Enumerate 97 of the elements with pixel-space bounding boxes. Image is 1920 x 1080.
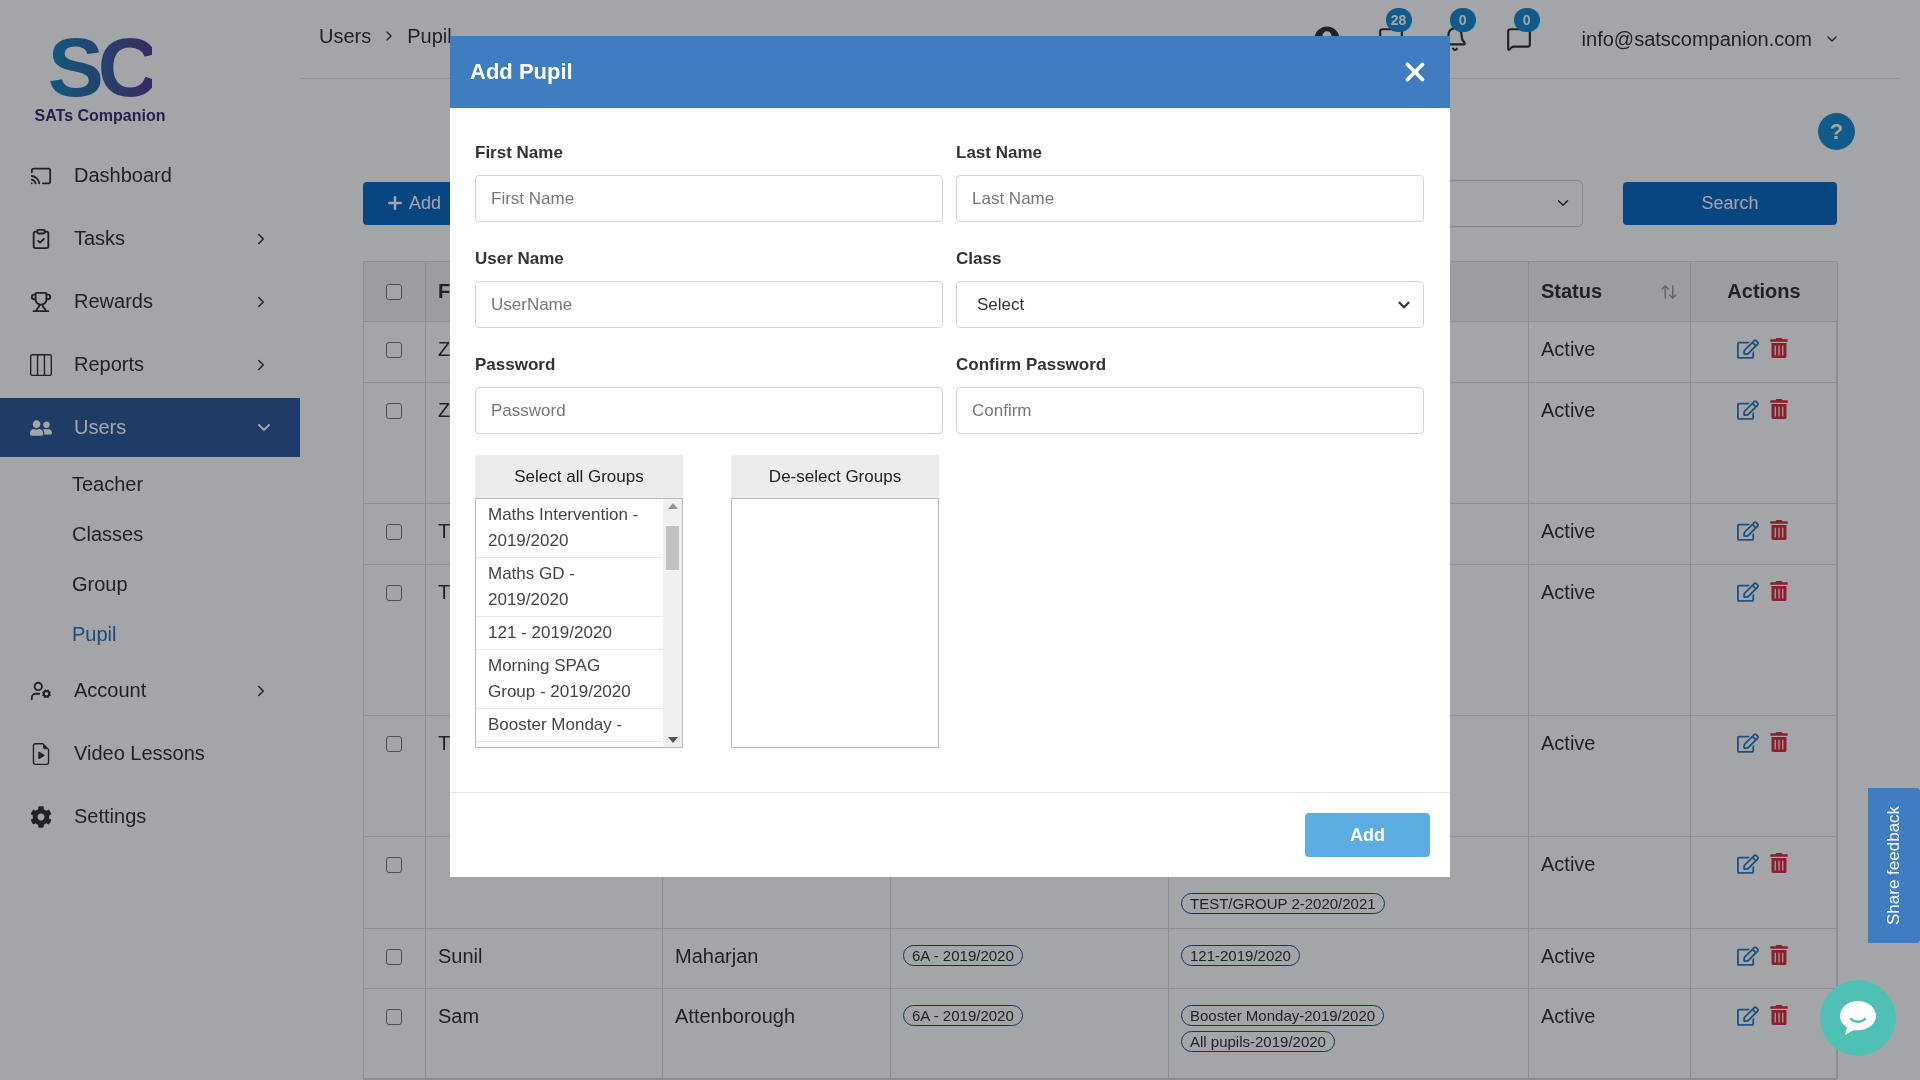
field-label: Confirm Password — [956, 355, 1108, 375]
edit-icon[interactable] — [1737, 853, 1759, 875]
clipboard-check-icon — [30, 227, 52, 250]
edit-icon[interactable] — [1737, 520, 1759, 542]
user-gear-icon — [30, 679, 52, 702]
deselect-button[interactable]: De-select Groups — [731, 455, 939, 498]
input-field[interactable]: Password — [475, 387, 943, 434]
table-cell: T — [438, 520, 451, 543]
table-cell: T — [438, 581, 451, 604]
trophy-icon — [30, 290, 52, 313]
nav-item[interactable]: Rewards — [0, 272, 300, 331]
edit-icon[interactable] — [1737, 1005, 1759, 1027]
column-header: F — [438, 280, 451, 303]
chat-bubble-icon — [1838, 999, 1878, 1037]
field-label: Class — [956, 249, 1003, 269]
column-header: Status — [1541, 280, 1603, 303]
breadcrumb-link[interactable]: Pupil — [407, 24, 452, 48]
breadcrumb-link[interactable]: Users — [319, 24, 372, 48]
plus-icon — [385, 193, 405, 213]
dialog-title: Add Pupil — [470, 59, 573, 85]
video-file-icon — [30, 742, 52, 765]
trash-icon[interactable] — [1769, 338, 1789, 360]
class-select[interactable]: Select — [956, 281, 1424, 328]
checkbox[interactable] — [386, 524, 402, 540]
feedback-tab[interactable]: Share feedback — [1868, 788, 1920, 943]
nav-subitem[interactable]: Classes — [0, 509, 300, 559]
edit-icon[interactable] — [1737, 399, 1759, 421]
nav-subitem[interactable]: Teacher — [0, 459, 300, 509]
trash-icon[interactable] — [1769, 581, 1789, 603]
nav-subitem[interactable]: Group — [0, 559, 300, 609]
nav-item[interactable]: Account — [0, 661, 300, 720]
table-cell: Active — [1541, 853, 1596, 876]
checkbox[interactable] — [386, 342, 402, 358]
trash-icon[interactable] — [1769, 1005, 1789, 1027]
trash-icon[interactable] — [1769, 853, 1789, 875]
field-label: First Name — [475, 143, 564, 163]
scrollbar[interactable] — [663, 499, 682, 747]
table-cell: T — [438, 732, 451, 755]
table-cell: Sunil — [438, 945, 483, 968]
nav-subitem[interactable]: Pupil — [0, 609, 300, 659]
nav-item[interactable]: Users — [0, 398, 300, 457]
input-field[interactable]: First Name — [475, 175, 943, 222]
checkbox[interactable] — [386, 736, 402, 752]
table-cell: Active — [1541, 1005, 1596, 1028]
table-cell: Active — [1541, 581, 1596, 604]
table-cell: Active — [1541, 732, 1596, 755]
group-list[interactable]: Maths Intervention - 2019/2020 Maths GD - 2019/2020 121 - 2019/2020 Morning SPAG Group - 2019/2020 Booster Monday - — [475, 498, 683, 748]
columns-icon — [30, 353, 52, 376]
count-badge: 28 — [1385, 8, 1412, 32]
search-button[interactable]: Search — [1623, 181, 1837, 225]
input-field[interactable]: UserName — [475, 281, 943, 328]
scroll-up-icon[interactable] — [667, 503, 678, 509]
brand-name: SATs Companion — [34, 107, 166, 125]
field-label: User Name — [475, 249, 565, 269]
table-cell: Z — [438, 399, 451, 422]
count-badge: 0 — [1513, 8, 1540, 32]
trash-icon[interactable] — [1769, 520, 1789, 542]
nav-item[interactable]: Video Lessons — [0, 724, 300, 783]
table-cell: Active — [1541, 399, 1596, 422]
account-menu[interactable]: info@satscompanion.com — [1581, 27, 1812, 51]
edit-icon[interactable] — [1737, 338, 1759, 360]
chevron-down-icon — [258, 423, 270, 432]
select-all-button[interactable]: Select all Groups — [475, 455, 683, 498]
gear-icon — [30, 805, 52, 828]
checkbox[interactable] — [386, 1009, 402, 1025]
trash-icon[interactable] — [1769, 399, 1789, 421]
edit-icon[interactable] — [1737, 945, 1759, 967]
nav-item[interactable]: Dashboard — [0, 146, 300, 205]
checkbox[interactable] — [386, 283, 402, 300]
field-label: Last Name — [956, 143, 1043, 163]
field-label: Password — [475, 355, 557, 375]
table-cell: Attenborough — [675, 1005, 796, 1028]
checkbox[interactable] — [386, 585, 402, 601]
trash-icon[interactable] — [1769, 945, 1789, 967]
edit-icon[interactable] — [1737, 732, 1759, 754]
table-cell: Sam — [438, 1005, 480, 1028]
nav-item[interactable]: Settings — [0, 787, 300, 846]
table-cell: Maharjan — [675, 945, 759, 968]
table-cell: Active — [1541, 945, 1596, 968]
edit-icon[interactable] — [1737, 581, 1759, 603]
table-cell: Z — [438, 338, 451, 361]
nav-item[interactable]: Tasks — [0, 209, 300, 268]
input-field[interactable]: Last Name — [956, 175, 1424, 222]
table-cell: Active — [1541, 520, 1596, 543]
checkbox[interactable] — [386, 857, 402, 873]
input-field[interactable]: Confirm — [956, 387, 1424, 434]
checkbox[interactable] — [386, 403, 402, 419]
chat-icon[interactable] — [1505, 26, 1532, 52]
scroll-down-icon[interactable] — [667, 737, 678, 743]
column-header: Actions — [1727, 280, 1801, 303]
sort-icon[interactable] — [1660, 282, 1678, 301]
table-cell: Active — [1541, 338, 1596, 361]
checkbox[interactable] — [386, 949, 402, 965]
count-badge: 0 — [1449, 8, 1476, 32]
nav-item[interactable]: Reports — [0, 335, 300, 394]
trash-icon[interactable] — [1769, 732, 1789, 754]
scroll-thumb[interactable] — [666, 526, 679, 570]
